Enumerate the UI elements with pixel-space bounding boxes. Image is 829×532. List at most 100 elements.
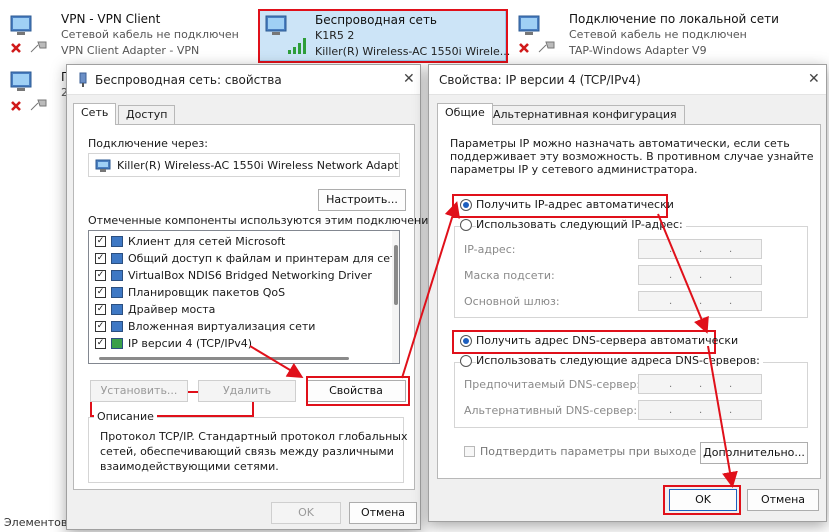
adapter-local[interactable]: Подключение по локальной сети Сетевой ка…: [512, 8, 812, 60]
advanced-button[interactable]: Дополнительно...: [700, 442, 808, 464]
component-row[interactable]: ✓ IP версии 4 (TCP/IPv4): [93, 336, 389, 352]
description-title: Описание: [94, 410, 157, 423]
status-bar-items: Элементов:: [4, 516, 72, 529]
qos-icon: [111, 287, 123, 298]
component-row[interactable]: ✓ Драйвер моста: [93, 302, 389, 318]
alternate-dns-input[interactable]: ...: [638, 400, 762, 420]
validate-label: Подтвердить параметры при выходе: [480, 445, 697, 458]
share-icon: [111, 253, 123, 264]
component-label: Общий доступ к файлам и принтерам для се…: [128, 252, 400, 265]
virtualization-icon: [111, 321, 123, 332]
dialog-title: Свойства: IP версии 4 (TCP/IPv4): [439, 73, 641, 87]
component-checkbox[interactable]: ✓: [95, 236, 106, 247]
component-checkbox[interactable]: ✓: [95, 253, 106, 264]
components-label: Отмеченные компоненты используются этим …: [88, 214, 448, 227]
adapter-status: Сетевой кабель не подключен: [569, 28, 747, 41]
auto-dns-radio[interactable]: [460, 335, 472, 347]
list-scrollbar[interactable]: [392, 231, 399, 363]
intro-line: Параметры IP можно назначать автоматичес…: [450, 137, 790, 150]
preferred-dns-input[interactable]: ...: [638, 374, 762, 394]
tab-network[interactable]: Сеть: [73, 103, 117, 125]
component-checkbox[interactable]: ✓: [95, 304, 106, 315]
description-text: Протокол TCP/IP. Стандартный протокол гл…: [100, 429, 407, 474]
cancel-button[interactable]: Отмена: [349, 502, 417, 524]
client-icon: [111, 236, 123, 247]
adapter-device: TAP-Windows Adapter V9: [569, 44, 707, 57]
component-row[interactable]: ✓ Планировщик пакетов QoS: [93, 285, 389, 301]
scroll-thumb[interactable]: [394, 245, 398, 305]
adapter-status: Сетевой кабель не подключен: [61, 28, 239, 41]
connect-via-label: Подключение через:: [88, 137, 208, 150]
auto-dns-label: Получить адрес DNS-сервера автоматически: [476, 334, 739, 347]
intro-text: Параметры IP можно назначать автоматичес…: [450, 137, 814, 176]
manual-dns-label: Использовать следующие адреса DNS-сервер…: [476, 354, 763, 367]
dialog-titlebar: Свойства: IP версии 4 (TCP/IPv4) ✕: [429, 65, 826, 95]
description-line: сетей, обеспечивающий связь между различ…: [100, 445, 394, 458]
driver-icon: [111, 270, 123, 281]
dialog-titlebar: Беспроводная сеть: свойства ✕: [67, 65, 420, 95]
adapter-name-value: Killer(R) Wireless-AC 1550i Wireless Net…: [117, 159, 399, 172]
component-label: IP версии 4 (TCP/IPv4): [128, 337, 253, 350]
manual-ip-label: Использовать следующий IP-адрес:: [476, 218, 686, 231]
component-checkbox[interactable]: ✓: [95, 338, 106, 349]
network-adapter-icon: [10, 71, 32, 91]
horizontal-scroll-thumb[interactable]: [99, 357, 349, 360]
component-label: Планировщик пакетов QoS: [128, 286, 286, 299]
cable-icon: [538, 41, 555, 53]
tab-sharing[interactable]: Доступ: [118, 105, 176, 125]
ok-highlight-frame: [663, 485, 741, 515]
component-row[interactable]: ✓ Общий доступ к файлам и принтерам для с…: [93, 251, 399, 267]
dialog-title: Беспроводная сеть: свойства: [95, 73, 282, 87]
components-list: ✓ Клиент для сетей Microsoft ✓ Общий доступ…: [88, 230, 400, 364]
manual-dns-radio[interactable]: [460, 355, 472, 367]
preferred-dns-label: Предпочитаемый DNS-сервер:: [464, 378, 641, 391]
properties-highlight-frame: [306, 376, 410, 406]
gateway-label: Основной шлюз:: [464, 295, 560, 308]
cancel-button[interactable]: Отмена: [747, 489, 819, 511]
alternate-dns-label: Альтернативный DNS-сервер:: [464, 404, 638, 417]
component-row[interactable]: ✓ Клиент для сетей Microsoft: [93, 234, 389, 250]
auto-ip-label: Получить IP-адрес автоматически: [476, 198, 674, 211]
ipv4-properties-dialog: Свойства: IP версии 4 (TCP/IPv4) ✕ Общие…: [428, 64, 827, 522]
network-card-icon: [95, 159, 111, 172]
subnet-mask-label: Маска подсети:: [464, 269, 555, 282]
component-checkbox[interactable]: ✓: [95, 270, 106, 281]
gateway-input[interactable]: ...: [638, 291, 762, 311]
component-label: Драйвер моста: [128, 303, 216, 316]
component-label: VirtualBox NDIS6 Bridged Networking Driv…: [128, 269, 372, 282]
bridge-icon: [111, 304, 123, 315]
validate-checkbox[interactable]: [464, 446, 475, 457]
disconnected-x-icon: [519, 43, 529, 53]
cable-icon: [30, 41, 47, 53]
cable-icon: [30, 99, 47, 111]
close-icon[interactable]: ✕: [808, 71, 820, 87]
install-button[interactable]: Установить...: [90, 380, 188, 402]
adapter-vpn[interactable]: VPN - VPN Client Сетевой кабель не подкл…: [4, 8, 254, 60]
component-checkbox[interactable]: ✓: [95, 321, 106, 332]
auto-ip-radio[interactable]: [460, 199, 472, 211]
manual-ip-radio[interactable]: [460, 219, 472, 231]
ok-button[interactable]: OK: [271, 502, 341, 524]
tab-general[interactable]: Общие: [437, 103, 493, 125]
component-row[interactable]: ✓ Вложенная виртуализация сети: [93, 319, 389, 335]
adapter-name: VPN - VPN Client: [61, 12, 161, 26]
component-label: Клиент для сетей Microsoft: [128, 235, 286, 248]
adapter-field: Killer(R) Wireless-AC 1550i Wireless Net…: [88, 153, 400, 177]
component-checkbox[interactable]: ✓: [95, 287, 106, 298]
tab-alternate-config[interactable]: Альтернативная конфигурация: [485, 105, 685, 125]
general-tab-panel: Параметры IP можно назначать автоматичес…: [437, 124, 821, 479]
disconnected-x-icon: [11, 43, 21, 53]
subnet-mask-input[interactable]: ...: [638, 265, 762, 285]
adapter-other[interactable]: П 2: [4, 66, 74, 118]
remove-button[interactable]: Удалить: [198, 380, 296, 402]
configure-button[interactable]: Настроить...: [318, 189, 406, 211]
component-row[interactable]: ✓ VirtualBox NDIS6 Bridged Networking Dri…: [93, 268, 389, 284]
ip-address-input[interactable]: ...: [638, 239, 762, 259]
close-icon[interactable]: ✕: [403, 71, 415, 87]
disconnected-x-icon: [11, 101, 21, 111]
ip-address-label: IP-адрес:: [464, 243, 516, 256]
network-icon: [79, 72, 87, 87]
component-label: Вложенная виртуализация сети: [128, 320, 316, 333]
description-line: Протокол TCP/IP. Стандартный протокол гл…: [100, 430, 408, 443]
protocol-icon: [111, 338, 123, 349]
